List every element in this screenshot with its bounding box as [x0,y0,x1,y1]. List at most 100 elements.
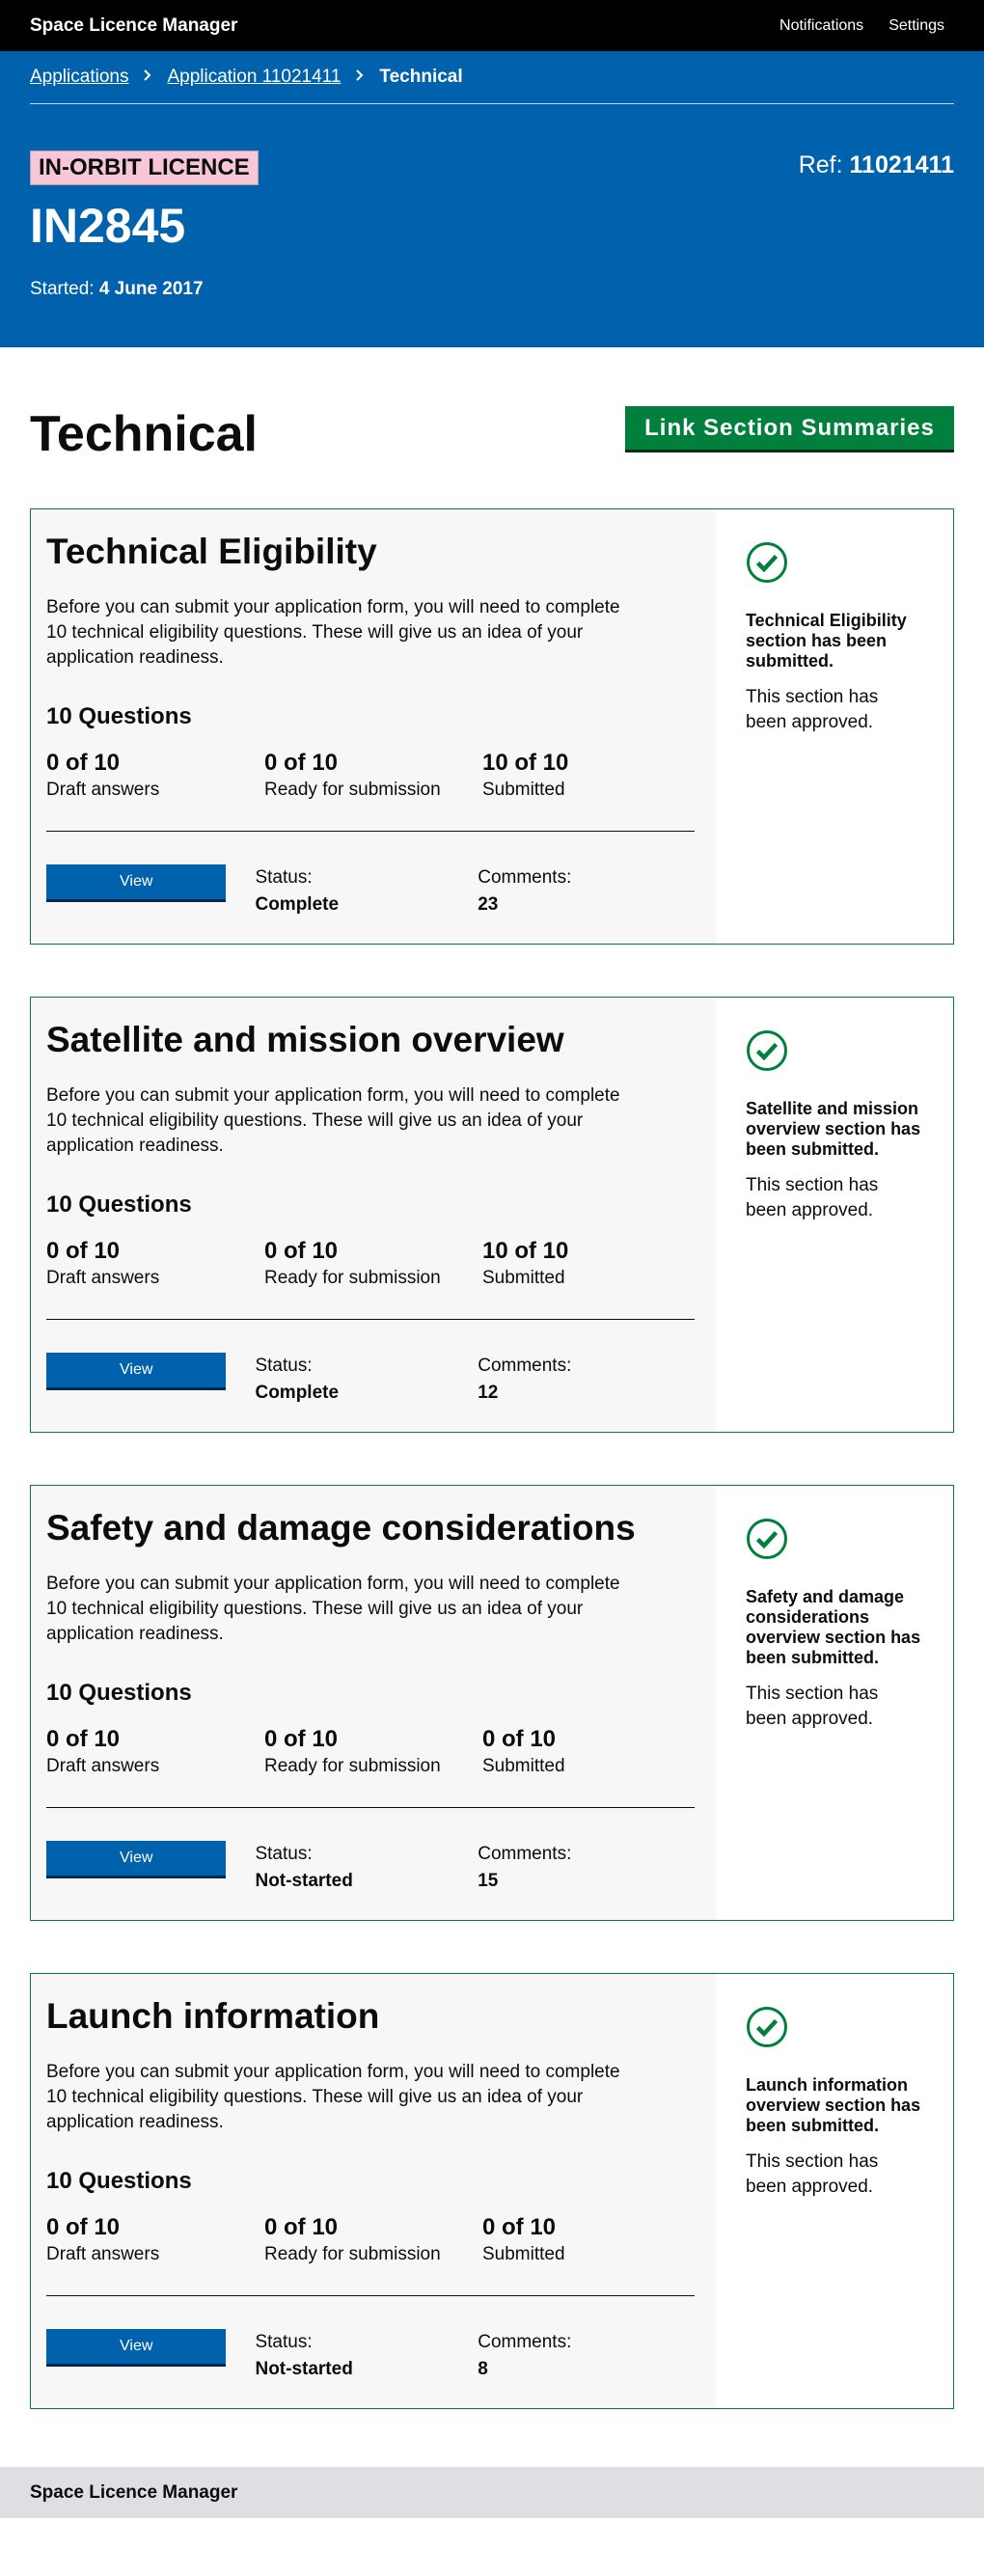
check-circle-icon [747,1519,787,1559]
section-title: Technical Eligibility [46,532,377,571]
stat-value: 0 of 10 [264,1238,339,1264]
banner-divider [30,103,954,104]
licence-ref: Ref: 11021411 [799,151,954,179]
stat-submitted: 10 of 10 Submitted [482,750,700,804]
section-submitted-message: Safety and damage considerations overvie… [746,1587,921,1667]
stat-value: 0 of 10 [46,1238,121,1264]
stat-draft: 0 of 10 Draft answers [46,1726,264,1780]
section-submitted-message: Satellite and mission overview section h… [746,1099,921,1159]
section-submitted-message: Technical Eligibility section has been s… [746,611,907,671]
nav-notifications[interactable]: Notifications [779,17,863,35]
status-value: Complete [255,1383,340,1403]
section-title: Safety and damage considerations [46,1508,636,1548]
section-submitted-message: Launch information overview section has … [746,2075,921,2135]
stat-submitted: 0 of 10 Submitted [482,1726,700,1780]
stat-label: Draft answers [46,780,160,800]
stat-value: 0 of 10 [46,1726,121,1752]
status-label: Status: [255,2332,313,2352]
comments-block: Comments: 8 [478,2329,700,2383]
link-section-summaries-button[interactable]: Link Section Summaries [625,406,954,452]
comments-count: 23 [478,894,499,915]
status-value: Not-started [255,1871,353,1891]
status-block: Status: Complete [255,1353,478,1407]
comments-block: Comments: 12 [478,1353,700,1407]
section-approved-note: This section has been approved. [746,1175,879,1220]
section-status-panel: Safety and damage considerations overvie… [716,1486,953,1920]
stat-label: Ready for submission [264,1756,441,1776]
comments-label: Comments: [478,867,572,888]
nav-settings[interactable]: Settings [888,17,944,35]
stat-label: Ready for submission [264,2244,441,2264]
site-footer: Space Licence Manager [0,2467,984,2518]
breadcrumb-applications[interactable]: Applications [30,67,128,88]
stat-submitted: 10 of 10 Submitted [482,1238,700,1292]
stat-value: 0 of 10 [264,1726,339,1752]
stat-label: Submitted [482,1268,565,1288]
section-divider [46,831,695,832]
section-card: Satellite and mission overview Before yo… [30,997,954,1433]
ref-value: 11021411 [849,151,954,178]
view-button[interactable]: View [46,1841,227,1878]
section-approved-note: This section has been approved. [746,2151,879,2197]
section-footer: View Status: Not-started Comments: 15 [46,1841,700,1895]
stat-value: 0 of 10 [264,2214,339,2240]
ref-label: Ref: [798,151,843,178]
questions-heading: 10 Questions [46,1192,192,1218]
section-stats: 0 of 10 Draft answers 0 of 10 Ready for … [46,750,700,804]
site-header: Space Licence Manager Notifications Sett… [0,0,984,51]
stat-label: Submitted [482,2244,565,2264]
top-nav: Notifications Settings [779,17,944,35]
stat-label: Ready for submission [264,780,441,800]
view-button[interactable]: View [46,2329,227,2367]
stat-draft: 0 of 10 Draft answers [46,750,264,804]
status-block: Status: Not-started [255,1841,478,1895]
stat-label: Ready for submission [264,1268,441,1288]
section-divider [46,1319,695,1320]
comments-count: 8 [478,2359,488,2379]
section-description: Before you can submit your application f… [46,2062,620,2132]
status-value: Complete [255,894,340,915]
stat-draft: 0 of 10 Draft answers [46,2214,264,2268]
section-main: Technical Eligibility Before you can sub… [31,509,716,944]
status-label: Status: [255,1356,313,1376]
stat-label: Draft answers [46,1268,160,1288]
view-button[interactable]: View [46,1353,227,1390]
questions-heading: 10 Questions [46,2168,192,2194]
section-status-panel: Technical Eligibility section has been s… [716,509,953,944]
status-label: Status: [255,1844,313,1864]
check-circle-icon [747,2007,787,2047]
breadcrumb-application[interactable]: Application 11021411 [167,67,341,88]
stat-ready: 0 of 10 Ready for submission [264,750,482,804]
status-block: Status: Complete [255,864,478,918]
brand-title[interactable]: Space Licence Manager [30,15,237,37]
section-status-panel: Launch information overview section has … [716,1974,953,2408]
stat-value: 0 of 10 [482,1726,557,1752]
footer-brand: Space Licence Manager [30,2481,238,2503]
licence-type-tag: IN-ORBIT LICENCE [30,151,259,185]
stat-value: 10 of 10 [482,1238,569,1264]
check-circle-icon [747,1030,787,1071]
section-divider [46,1807,695,1808]
questions-heading: 10 Questions [46,1680,192,1706]
started-date: Started: 4 June 2017 [30,279,204,300]
section-description: Before you can submit your application f… [46,597,620,668]
stat-value: 0 of 10 [482,2214,557,2240]
stat-value: 0 of 10 [46,2214,121,2240]
licence-banner: Applications Application 11021411 Techni… [0,51,984,347]
comments-block: Comments: 23 [478,864,700,918]
status-label: Status: [255,867,313,888]
section-main: Satellite and mission overview Before yo… [31,998,716,1432]
section-footer: View Status: Complete Comments: 23 [46,864,700,918]
section-footer: View Status: Complete Comments: 12 [46,1353,700,1407]
section-main: Safety and damage considerations Before … [31,1486,716,1920]
section-title: Satellite and mission overview [46,1020,564,1059]
comments-label: Comments: [478,1356,572,1376]
stat-label: Draft answers [46,1756,160,1776]
section-approved-note: This section has been approved. [746,1684,879,1729]
section-main: Launch information Before you can submit… [31,1974,716,2408]
section-card: Technical Eligibility Before you can sub… [30,508,954,945]
breadcrumb-current: Technical [379,67,463,87]
view-button[interactable]: View [46,864,227,902]
stat-label: Draft answers [46,2244,160,2264]
stat-value: 0 of 10 [46,750,121,776]
